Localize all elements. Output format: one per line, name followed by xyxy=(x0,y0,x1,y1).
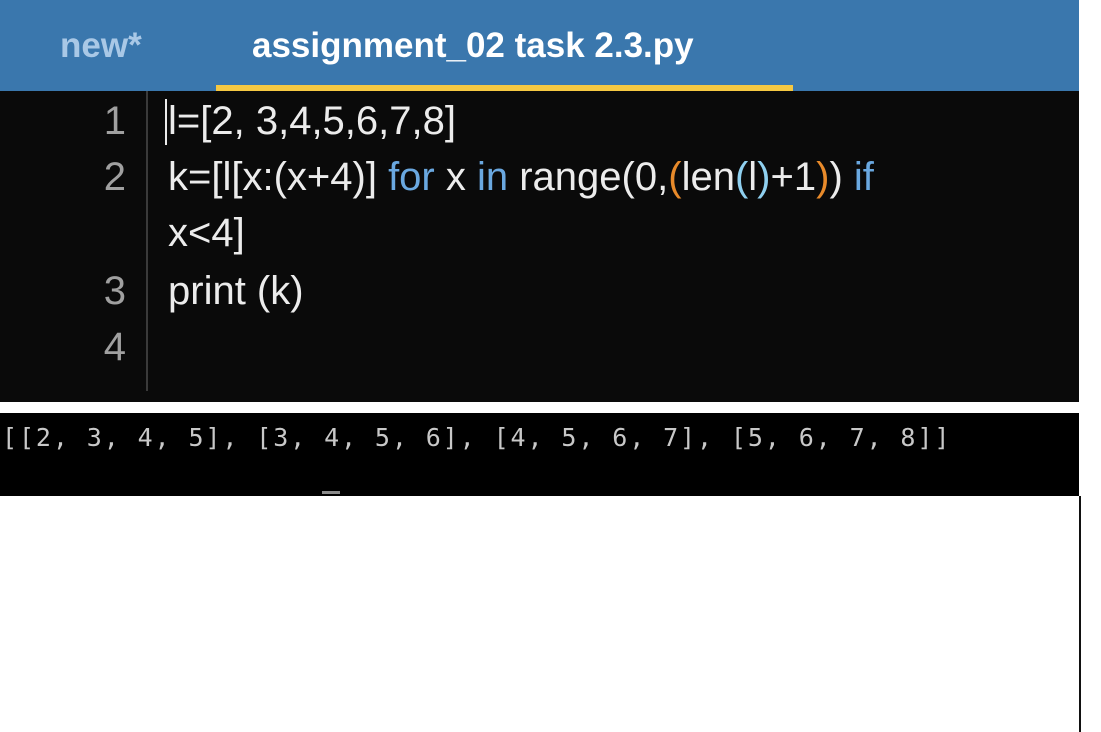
code-token: x xyxy=(434,155,477,199)
tab-bar: new* assignment_02 task 2.3.py xyxy=(0,0,1079,91)
line-number: 4 xyxy=(103,325,126,369)
gutter-divider xyxy=(146,91,148,391)
code-token: range(0, xyxy=(508,155,669,199)
line-number: 2 xyxy=(103,155,126,199)
pane-divider[interactable] xyxy=(0,402,1079,413)
line-number: 3 xyxy=(103,269,126,313)
keyword-in: in xyxy=(476,155,509,199)
code-line-1[interactable]: l=[2, 3,4,5,6,7,8] xyxy=(168,93,456,149)
line-number: 1 xyxy=(103,99,126,143)
console-output-text: [[2, 3, 4, 5], [3, 4, 5, 6], [4, 5, 6, 7… xyxy=(2,423,952,452)
code-editor[interactable]: 1 2 3 4 l=[2, 3,4,5,6,7,8] k=[l[x:(x+4)]… xyxy=(0,91,1079,402)
code-token: len xyxy=(681,155,735,199)
console-cursor xyxy=(322,491,340,494)
paren-close-inner: ) xyxy=(757,155,771,199)
tab-assignment-file[interactable]: assignment_02 task 2.3.py xyxy=(216,0,793,91)
code-line-2-wrap[interactable]: x<4] xyxy=(168,205,245,261)
tab-label: assignment_02 task 2.3.py xyxy=(252,26,694,65)
tab-new[interactable]: new* xyxy=(60,0,142,91)
code-token: l xyxy=(748,155,758,199)
keyword-if: if xyxy=(853,155,874,199)
code-line-3[interactable]: print (k) xyxy=(168,263,304,319)
keyword-for: for xyxy=(388,155,435,199)
code-line-2[interactable]: k=[l[x:(x+4)] for x in range(0,(len(l)+1… xyxy=(168,149,874,205)
paren-open-inner: ( xyxy=(734,155,749,199)
code-token: +1 xyxy=(770,155,817,199)
text-cursor xyxy=(165,99,167,145)
paren-close-outer: ) xyxy=(816,155,830,199)
console-output[interactable]: [[2, 3, 4, 5], [3, 4, 5, 6], [4, 5, 6, 7… xyxy=(0,413,1079,496)
panel-edge xyxy=(1079,496,1081,732)
code-token: k=[l[x:(x+4)] xyxy=(168,155,389,199)
code-token: ) xyxy=(829,155,854,199)
paren-open-outer: ( xyxy=(668,155,682,199)
